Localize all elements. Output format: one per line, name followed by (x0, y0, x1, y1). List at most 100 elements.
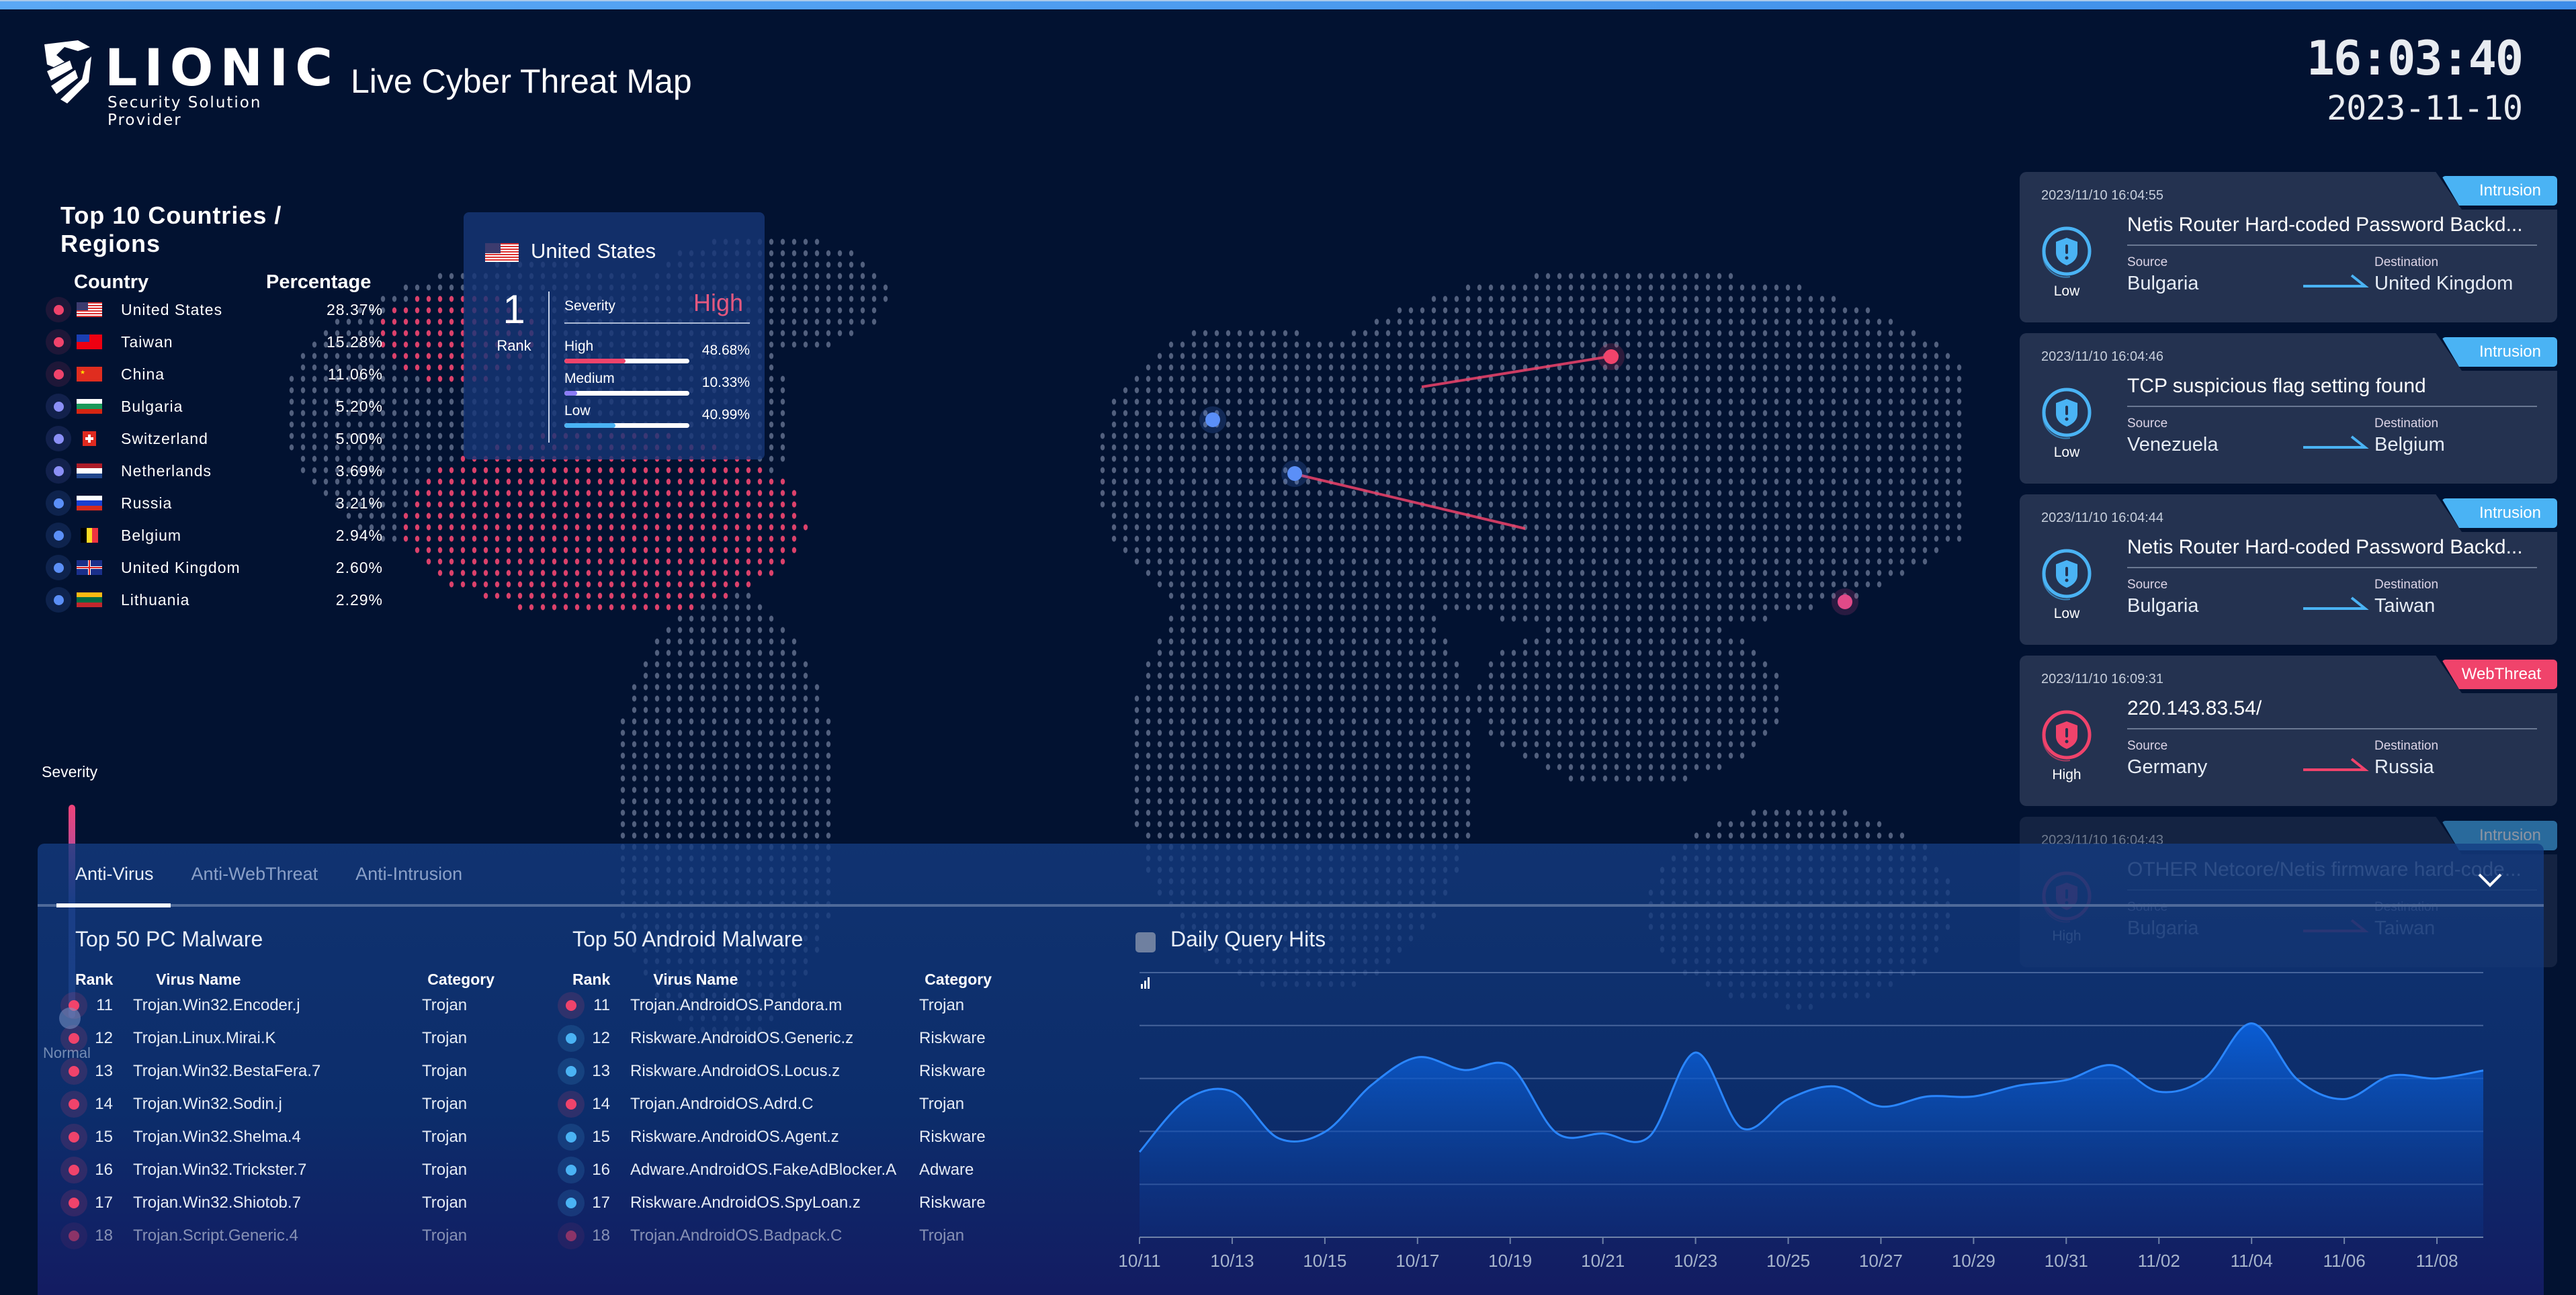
threat-card[interactable]: Intrusion 2023/11/10 16:04:55 Low Netis Ro… (2020, 171, 2560, 322)
top-countries-header: Country Percentage (38, 271, 387, 294)
col-virus-name: Virus Name (653, 971, 738, 988)
malware-row[interactable]: 13 Riskware.AndroidOS.Locus.z Riskware (535, 1055, 992, 1087)
source-country: Bulgaria (2127, 595, 2199, 617)
malware-row[interactable]: 12 Trojan.Linux.Mirai.K Trojan (38, 1022, 495, 1055)
destination-country: United Kingdom (2374, 273, 2514, 294)
severity-dot-icon (46, 329, 71, 355)
severity-dot-icon (558, 1222, 585, 1249)
country-row[interactable]: Russia 3.21% (38, 487, 387, 519)
arrow-right-icon (2303, 274, 2369, 287)
malware-name: Trojan.Win32.Encoder.j (133, 995, 300, 1014)
malware-row[interactable]: 15 Trojan.Win32.Shelma.4 Trojan (38, 1120, 495, 1153)
country-row[interactable]: United States 28.37% (38, 294, 387, 326)
malware-row[interactable]: 17 Trojan.Win32.Shiotob.7 Trojan (38, 1186, 495, 1219)
malware-row[interactable]: 15 Riskware.AndroidOS.Agent.z Riskware (535, 1120, 992, 1153)
malware-row[interactable]: 16 Trojan.Win32.Trickster.7 Trojan (38, 1153, 495, 1186)
country-row[interactable]: United Kingdom 2.60% (38, 551, 387, 584)
tab-anti-webthreat[interactable]: Anti-WebThreat (191, 864, 318, 885)
malware-row[interactable]: 18 Trojan.AndroidOS.Badpack.C Trojan (535, 1219, 992, 1252)
marker-taiwan[interactable] (1838, 594, 1852, 609)
malware-rank: 11 (96, 995, 113, 1014)
malware-row[interactable]: 11 Trojan.AndroidOS.Pandora.m Trojan (535, 989, 992, 1022)
marker-russia[interactable] (1604, 349, 1619, 364)
arrow-right-icon (2303, 596, 2369, 610)
popup-severity-value: High (693, 289, 743, 316)
threat-severity: High (2052, 767, 2081, 783)
bottom-panel: Anti-Virus Anti-WebThreat Anti-Intrusion T… (38, 844, 2544, 1295)
threat-card[interactable]: WebThreat 2023/11/10 16:09:31 High 220.143… (2020, 654, 2560, 806)
country-percentage: 2.29% (335, 590, 383, 609)
popup-severity-label: Severity (564, 298, 615, 314)
malware-category: Trojan (422, 995, 468, 1014)
x-tick-label: 11/04 (2231, 1251, 2273, 1271)
malware-rank: 18 (95, 1226, 113, 1245)
severity-dot-icon (558, 991, 585, 1019)
severity-legend-title: Severity (42, 763, 98, 780)
country-row[interactable]: Bulgaria 5.20% (38, 390, 387, 422)
clock-time: 16:03:40 (2306, 31, 2524, 86)
x-tick-label: 10/27 (1859, 1251, 1903, 1271)
marker-bulgaria[interactable] (1287, 466, 1302, 481)
country-row[interactable]: ★ China 11.06% (38, 358, 387, 390)
malware-category: Trojan (422, 1094, 468, 1113)
popup-divider (548, 292, 550, 443)
country-row[interactable]: Switzerland 5.00% (38, 422, 387, 455)
malware-rank: 13 (592, 1061, 610, 1080)
malware-row[interactable]: 18 Trojan.Script.Generic.4 Trojan (38, 1219, 495, 1252)
severity-dot-icon (60, 1123, 87, 1151)
threat-card[interactable]: Intrusion 2023/11/10 16:04:46 Low TCP susp… (2020, 332, 2560, 484)
country-percentage: 2.60% (335, 558, 383, 576)
shield-alert-icon (2038, 707, 2095, 763)
malware-row[interactable]: 14 Trojan.Win32.Sodin.j Trojan (38, 1087, 495, 1120)
breakdown-percentage: 48.68% (701, 343, 750, 358)
pc-malware-table: Top 50 PC Malware Rank Virus Name Catego… (38, 927, 495, 1252)
malware-row[interactable]: 12 Riskware.AndroidOS.Generic.z Riskware (535, 1022, 992, 1055)
x-tick-label: 10/31 (2045, 1251, 2088, 1271)
malware-row[interactable]: 13 Trojan.Win32.BestaFera.7 Trojan (38, 1055, 495, 1087)
malware-row[interactable]: 17 Riskware.AndroidOS.SpyLoan.z Riskware (535, 1186, 992, 1219)
x-tick-label: 10/25 (1766, 1251, 1810, 1271)
x-tick-label: 11/06 (2323, 1251, 2366, 1271)
country-row[interactable]: Belgium 2.94% (38, 519, 387, 551)
malware-row[interactable]: 14 Trojan.AndroidOS.Adrd.C Trojan (535, 1087, 992, 1120)
malware-rank: 16 (592, 1160, 610, 1179)
arrow-right-icon (2303, 758, 2369, 771)
us-flag-icon (485, 243, 519, 262)
x-tick-label: 10/17 (1396, 1251, 1439, 1271)
chevron-down-icon[interactable] (2477, 870, 2503, 889)
severity-breakdown-high: High 48.68% (564, 339, 750, 363)
logo-tagline: Security Solution Provider (108, 94, 262, 129)
malware-name: Trojan.Script.Generic.4 (133, 1226, 298, 1245)
malware-row[interactable]: 16 Adware.AndroidOS.FakeAdBlocker.A Adware (535, 1153, 992, 1186)
attack-path-line (1421, 355, 1613, 388)
malware-row[interactable]: 11 Trojan.Win32.Encoder.j Trojan (38, 989, 495, 1022)
severity-dot-icon (46, 361, 71, 387)
malware-name: Trojan.Win32.Shelma.4 (133, 1127, 301, 1146)
country-name: Netherlands (121, 461, 212, 480)
tab-anti-intrusion[interactable]: Anti-Intrusion (355, 864, 462, 885)
severity-slider-knob[interactable] (59, 1008, 81, 1029)
android-malware-title: Top 50 Android Malware (572, 927, 804, 951)
lt-flag-icon (77, 592, 102, 607)
android-malware-header: Rank Virus Name Category (535, 971, 992, 989)
malware-name: Adware.AndroidOS.FakeAdBlocker.A (630, 1160, 897, 1179)
country-row[interactable]: Lithuania 2.29% (38, 584, 387, 616)
country-percentage: 5.00% (335, 429, 383, 447)
country-row[interactable]: Netherlands 3.69% (38, 455, 387, 487)
country-row[interactable]: Taiwan 15.28% (38, 326, 387, 358)
source-label: Source (2127, 578, 2168, 592)
source-label: Source (2127, 255, 2168, 269)
threat-separator (2127, 406, 2537, 407)
tab-anti-virus[interactable]: Anti-Virus (75, 864, 154, 885)
threat-card[interactable]: Intrusion 2023/11/10 16:04:44 Low Netis Ro… (2020, 493, 2560, 645)
top-countries-panel: Top 10 Countries / Regions Country Perce… (38, 202, 387, 616)
malware-name: Trojan.Win32.Trickster.7 (133, 1160, 307, 1179)
severity-legend-normal-label: Normal (43, 1044, 91, 1061)
source-label: Source (2127, 739, 2168, 753)
country-name: Taiwan (121, 332, 173, 351)
col-rank: Rank (572, 971, 611, 988)
threat-title: TCP suspicious flag setting found (2127, 375, 2426, 397)
marker-netherlands[interactable] (1205, 412, 1220, 427)
threat-separator (2127, 244, 2537, 246)
destination-label: Destination (2374, 255, 2439, 269)
